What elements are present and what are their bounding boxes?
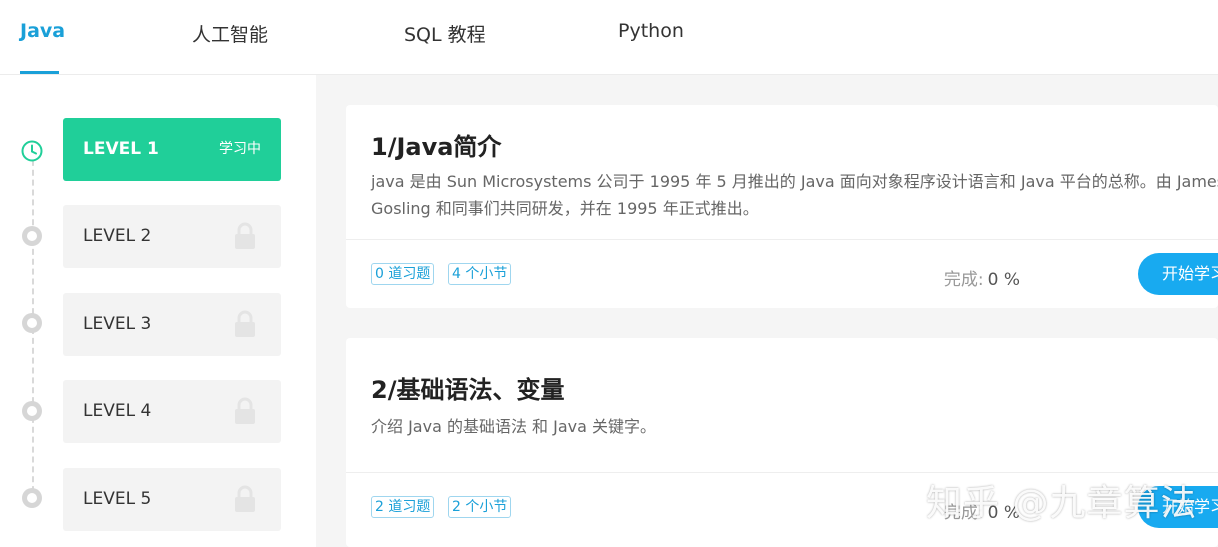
top-nav: Java 人工智能 SQL 教程 Python — [0, 0, 1218, 75]
card-divider — [346, 472, 1218, 473]
lock-icon — [235, 485, 255, 512]
timeline-node — [22, 488, 42, 508]
level-1-item[interactable]: LEVEL 1 学习中 — [63, 118, 281, 181]
level-3-item[interactable]: LEVEL 3 — [63, 293, 281, 356]
progress-value: 0 % — [987, 270, 1020, 290]
clock-icon — [21, 140, 43, 162]
level-5-item[interactable]: LEVEL 5 — [63, 468, 281, 531]
start-learning-button[interactable]: 开始学习 — [1138, 253, 1218, 295]
level-2-item[interactable]: LEVEL 2 — [63, 205, 281, 268]
section-count-tag[interactable]: 2 个小节 — [448, 496, 512, 518]
exercise-count-tag[interactable]: 2 道习题 — [371, 496, 435, 518]
watermark: 知乎 @九章算法 — [926, 483, 1198, 524]
lock-icon — [235, 397, 255, 424]
course-card: 1/Java简介 java 是由 Sun Microsystems 公司于 19… — [346, 105, 1218, 308]
course-description: java 是由 Sun Microsystems 公司于 1995 年 5 月推… — [371, 172, 1218, 218]
level-label: LEVEL 2 — [83, 226, 152, 246]
level-4-item[interactable]: LEVEL 4 — [63, 380, 281, 443]
level-label: LEVEL 1 — [83, 139, 159, 159]
timeline-node — [22, 226, 42, 246]
tab-ai[interactable]: 人工智能 — [192, 20, 268, 47]
timeline-node — [22, 313, 42, 333]
tab-sql[interactable]: SQL 教程 — [404, 20, 486, 47]
course-description: 介绍 Java 的基础语法 和 Java 关键字。 — [371, 417, 657, 436]
progress-indicator: 完成: 0 % — [944, 265, 1020, 290]
exercise-count-tag[interactable]: 0 道习题 — [371, 263, 435, 285]
section-count-tag[interactable]: 4 个小节 — [448, 263, 512, 285]
tab-java[interactable]: Java — [20, 20, 65, 42]
timeline-node — [22, 401, 42, 421]
level-label: LEVEL 3 — [83, 314, 152, 334]
active-tab-indicator — [20, 71, 59, 74]
lock-icon — [235, 310, 255, 337]
card-divider — [346, 239, 1218, 240]
lock-icon — [235, 222, 255, 249]
tab-python[interactable]: Python — [618, 20, 684, 42]
course-title: 2/基础语法、变量 — [371, 376, 565, 404]
progress-label: 完成: — [943, 270, 984, 290]
level-label: LEVEL 5 — [83, 489, 152, 509]
level-status: 学习中 — [219, 141, 261, 157]
course-title: 1/Java简介 — [371, 133, 502, 161]
level-label: LEVEL 4 — [83, 401, 152, 421]
